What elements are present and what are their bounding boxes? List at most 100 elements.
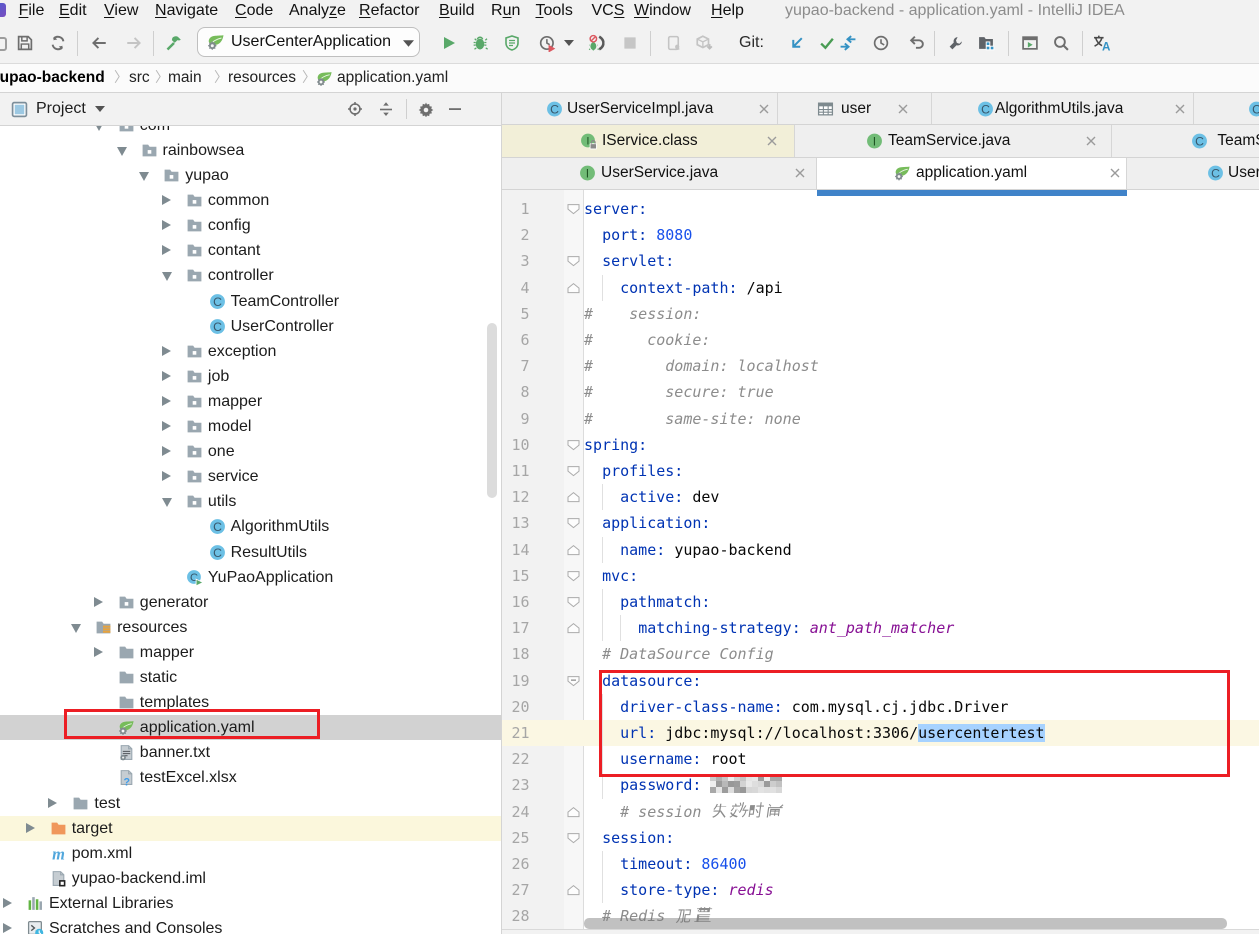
chevron-collapsed-icon[interactable] <box>25 822 35 833</box>
collapse-all-icon[interactable] <box>378 101 394 117</box>
device-manager-icon[interactable] <box>666 35 683 52</box>
forward-icon[interactable] <box>125 34 143 52</box>
run-with-coverage-icon[interactable] <box>504 35 520 51</box>
locate-icon[interactable] <box>347 101 363 117</box>
tree-item-rainbowsea[interactable]: rainbowsea <box>0 138 501 163</box>
vcs-history-icon[interactable] <box>873 35 890 52</box>
debug-icon[interactable] <box>472 35 489 52</box>
project-panel-title[interactable]: Project <box>36 93 86 125</box>
tree-item-exception[interactable]: exception <box>0 339 501 364</box>
fold-end-icon[interactable] <box>567 615 580 641</box>
fold-start-icon[interactable] <box>567 825 580 851</box>
menu-edit[interactable]: Edit <box>59 0 87 23</box>
tree-item-common[interactable]: common <box>0 188 501 213</box>
menu-file[interactable]: File <box>19 0 45 23</box>
tree-item-testexcel.xlsx[interactable]: testExcel.xlsx <box>0 765 501 790</box>
menu-window[interactable]: Window <box>634 0 691 23</box>
menu-analyze[interactable]: Analyze <box>289 0 346 23</box>
editor-tab-userservice.java[interactable]: UserService.java <box>502 157 818 189</box>
tree-item-templates[interactable]: templates <box>0 690 501 715</box>
close-icon[interactable] <box>757 102 771 116</box>
breadcrumb-item-main[interactable]: main <box>168 64 202 92</box>
vcs-rollback-icon[interactable] <box>909 35 926 52</box>
chevron-collapsed-icon[interactable] <box>3 923 12 934</box>
fold-start-minus-icon[interactable] <box>567 668 580 694</box>
close-icon[interactable] <box>793 166 807 180</box>
breadcrumb-item-src[interactable]: src <box>129 64 150 92</box>
fold-end-icon[interactable] <box>567 877 580 903</box>
fold-start-icon[interactable] <box>567 248 580 274</box>
tree-item-job[interactable]: job <box>0 364 501 389</box>
breadcrumb-item-application.yaml[interactable]: application.yaml <box>337 64 448 92</box>
stop-icon[interactable] <box>623 36 638 51</box>
chevron-expanded-icon[interactable] <box>139 172 150 182</box>
chevron-collapsed-icon[interactable] <box>161 471 171 482</box>
chevron-collapsed-icon[interactable] <box>161 370 171 381</box>
translate-icon[interactable] <box>1092 35 1112 52</box>
tree-item-config[interactable]: config <box>0 213 501 238</box>
fold-start-icon[interactable] <box>567 510 580 536</box>
save-icon[interactable] <box>16 35 33 52</box>
tree-item-one[interactable]: one <box>0 439 501 464</box>
chevron-collapsed-icon[interactable] <box>161 220 171 231</box>
chevron-collapsed-icon[interactable] <box>161 245 171 256</box>
tree-item-resultutils[interactable]: ResultUtils <box>0 540 501 565</box>
close-icon[interactable] <box>1108 166 1122 180</box>
project-scrollbar[interactable] <box>487 323 497 498</box>
chevron-collapsed-icon[interactable] <box>161 195 171 206</box>
fold-start-icon[interactable] <box>567 589 580 615</box>
code-editor[interactable]: 1 server: 2 port: 8080 3 servlet: 4 context-… <box>502 190 1259 934</box>
editor-tab-teams[interactable]: TeamS <box>1112 125 1259 157</box>
run-anything-icon[interactable] <box>1022 35 1039 52</box>
editor-tab-user[interactable]: User <box>1127 157 1259 189</box>
breadcrumb-item-resources[interactable]: resources <box>228 64 296 92</box>
refresh-icon[interactable] <box>49 34 67 52</box>
run-configuration-selector[interactable]: UserCenterApplication <box>197 27 420 57</box>
breadcrumb-item-yupao-backend[interactable]: yupao-backend <box>0 64 105 92</box>
horizontal-scrollbar[interactable] <box>584 918 1227 929</box>
menu-help[interactable]: Help <box>711 0 744 23</box>
chevron-down-icon[interactable] <box>95 106 105 112</box>
editor-tab-teamservice.java[interactable]: TeamService.java <box>795 125 1113 157</box>
fold-end-icon[interactable] <box>567 799 580 825</box>
tree-item-yupao-backend.iml[interactable]: yupao-backend.iml <box>0 866 501 891</box>
menu-build[interactable]: Build <box>439 0 475 23</box>
menu-code[interactable]: Code <box>235 0 273 23</box>
menu-navigate[interactable]: Navigate <box>155 0 218 23</box>
tree-item-application.yaml[interactable]: application.yaml <box>0 715 501 741</box>
chevron-collapsed-icon[interactable] <box>93 596 103 607</box>
fold-start-icon[interactable] <box>567 458 580 484</box>
tree-item-yupaoapplication[interactable]: YuPaoApplication <box>0 565 501 590</box>
tree-item-yupao[interactable]: yupao <box>0 163 501 188</box>
vcs-merge-icon[interactable] <box>840 35 857 52</box>
tree-item-controller[interactable]: controller <box>0 263 501 288</box>
tree-item-mapper[interactable]: mapper <box>0 640 501 665</box>
menu-tools[interactable]: Tools <box>536 0 573 23</box>
close-icon[interactable] <box>1173 102 1187 116</box>
tree-item-teamcontroller[interactable]: TeamController <box>0 289 501 314</box>
attach-debugger-icon[interactable] <box>588 35 605 52</box>
fold-start-icon[interactable] <box>567 563 580 589</box>
dump-icon[interactable] <box>695 34 713 52</box>
settings-wrench-icon[interactable] <box>948 35 965 52</box>
chevron-collapsed-icon[interactable] <box>93 646 103 657</box>
tree-item-test[interactable]: test <box>0 791 501 816</box>
tree-item-mapper[interactable]: mapper <box>0 389 501 414</box>
project-structure-icon[interactable] <box>978 35 995 52</box>
chevron-expanded-icon[interactable] <box>161 498 172 508</box>
tree-item-contant[interactable]: contant <box>0 238 501 263</box>
fold-end-icon[interactable] <box>567 275 580 301</box>
tree-item-external-libraries[interactable]: External Libraries <box>0 891 501 916</box>
tree-item-target[interactable]: target <box>0 815 501 841</box>
fold-end-icon[interactable] <box>567 537 580 563</box>
chevron-collapsed-icon[interactable] <box>161 345 171 356</box>
vcs-update-icon[interactable] <box>789 35 806 52</box>
chevron-expanded-icon[interactable] <box>116 146 127 156</box>
fold-start-icon[interactable] <box>567 432 580 458</box>
menu-run[interactable]: Run <box>491 0 520 23</box>
tree-item-resources[interactable]: resources <box>0 615 501 640</box>
tree-item-algorithmutils[interactable]: AlgorithmUtils <box>0 514 501 539</box>
hide-panel-icon[interactable] <box>447 101 463 117</box>
chevron-expanded-icon[interactable] <box>161 272 172 282</box>
chevron-collapsed-icon[interactable] <box>161 395 171 406</box>
